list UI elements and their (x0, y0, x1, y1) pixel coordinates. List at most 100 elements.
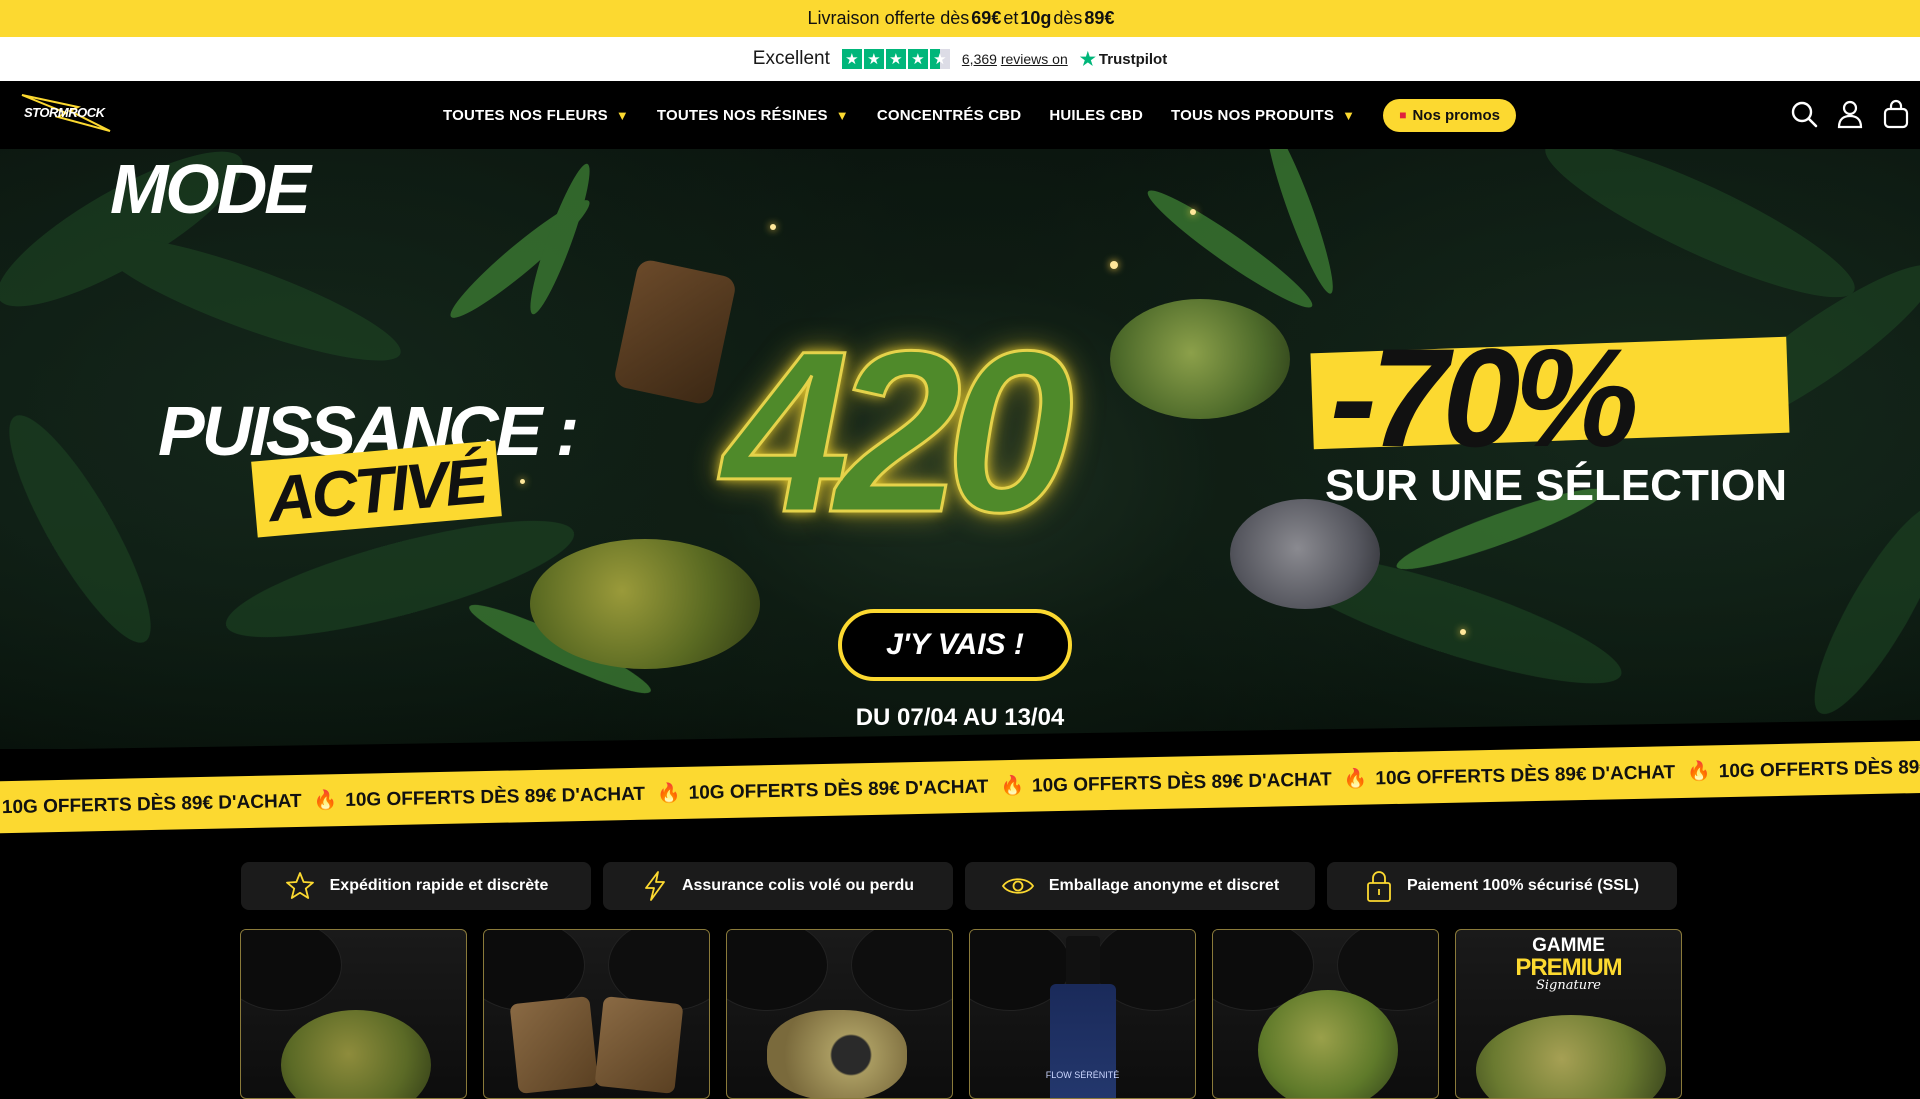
ticker-text: 10G OFFERTS DÈS 89€ D'ACHAT (688, 776, 989, 804)
ticker-text: 10G OFFERTS DÈS 89€ D'ACHAT (1031, 769, 1332, 797)
trustpilot-logo[interactable]: ★ Trustpilot (1080, 49, 1167, 70)
hero-title-line1: MODE (110, 150, 311, 228)
feature-label: Expédition rapide et discrète (329, 877, 549, 894)
oil-bottle-image (1050, 984, 1116, 1098)
category-card-concentrates[interactable] (726, 929, 953, 1099)
fire-icon: 🔥 (656, 782, 681, 805)
nav-item-resines[interactable]: TOUTES NOS RÉSINES ▼ (657, 107, 849, 124)
sparkle (1190, 209, 1196, 215)
category-card-resins[interactable] (483, 929, 710, 1099)
star-icon: ★ (907, 49, 928, 69)
eye-icon (1001, 878, 1034, 894)
lock-icon (1367, 871, 1391, 902)
nav-label: HUILES CBD (1049, 106, 1143, 124)
trustpilot-rating-label: Excellent (752, 48, 830, 69)
ticker-item: 🔥 10G OFFERTS DÈS 89€ D'ACHAT (657, 774, 1001, 805)
feature-packaging: Emballage anonyme et discret (965, 862, 1315, 910)
promos-label: Nos promos (1412, 106, 1500, 124)
announcement-bar: Livraison offerte dès 69€ et 10g dès 89€ (0, 0, 1920, 37)
nav-label: TOUS NOS PRODUITS (1170, 106, 1335, 124)
logo[interactable]: STORMROCK (18, 91, 114, 137)
caret-down-icon: ▼ (615, 107, 629, 123)
trustpilot-stars: ★ ★ ★ ★ ★ (841, 49, 950, 69)
header-actions (1790, 99, 1910, 129)
glove-image (727, 930, 827, 1010)
feature-insurance: Assurance colis volé ou perdu (603, 862, 953, 910)
ticker-text: 10G OFFERTS DÈS 89€ D'ACHAT (1718, 755, 1920, 783)
flower-bud-image (1258, 990, 1398, 1098)
sparkle (1460, 629, 1466, 635)
ticker-item: 🔥10G OFFERTS DÈS 89€ D'ACHAT (0, 789, 314, 820)
premium-signature: Signature (1535, 978, 1601, 993)
nav-label: TOUTES NOS RÉSINES (656, 106, 828, 124)
trustpilot-reviews-link[interactable]: 6,369 reviews on (962, 51, 1068, 67)
discount-value: -70% (1330, 319, 1639, 476)
nav-item-huiles[interactable]: HUILES CBD (1049, 107, 1143, 124)
oil-product-label: FLOW SÉRÉNITÉ (1045, 1070, 1120, 1080)
star-icon: ★ (885, 49, 906, 69)
discount-subtitle: SUR UNE SÉLECTION (1325, 461, 1788, 510)
caret-down-icon: ▼ (835, 107, 849, 123)
flower-bud-image (281, 1010, 431, 1098)
flower-bud-image (1230, 499, 1380, 609)
announcement-mid2: dès (1053, 8, 1083, 28)
filled-resin-image (767, 1010, 907, 1098)
ticker-item: 🔥 10G OFFERTS DÈS 89€ D'ACHAT (1000, 767, 1344, 798)
category-card-flowers[interactable] (240, 929, 467, 1099)
cart-icon[interactable] (1882, 99, 1910, 129)
feature-label: Assurance colis volé ou perdu (681, 877, 915, 894)
search-icon[interactable] (1790, 99, 1818, 129)
trustpilot-brand: Trustpilot (1098, 50, 1168, 68)
logo-text: STORMROCK (24, 105, 105, 120)
site-header: STORMROCK TOUTES NOS FLEURS ▼ TOUTES NOS… (0, 81, 1920, 149)
announcement-amount1: 69€ (971, 8, 1002, 28)
promos-button[interactable]: ■ Nos promos (1383, 98, 1516, 132)
star-icon: ★ (841, 49, 862, 69)
resin-image (509, 996, 599, 1094)
feature-label: Emballage anonyme et discret (1048, 877, 1280, 894)
nav-item-fleurs[interactable]: TOUTES NOS FLEURS ▼ (443, 107, 629, 124)
promo-tag-icon: ■ (1399, 108, 1407, 122)
nav-item-concentres[interactable]: CONCENTRÉS CBD (877, 107, 1021, 124)
announcement-prefix: Livraison offerte dès (807, 8, 970, 28)
trustpilot-widget[interactable]: Excellent ★ ★ ★ ★ ★ 6,369 reviews on ★ T… (0, 37, 1920, 81)
category-card-flowers-2[interactable] (1212, 929, 1439, 1099)
fire-icon: 🔥 (1343, 768, 1368, 791)
glove-image (852, 930, 952, 1010)
fire-icon: 🔥 (1000, 775, 1025, 798)
feature-payment: Paiement 100% sécurisé (SSL) (1327, 862, 1677, 910)
feature-shipping: Expédition rapide et discrète (241, 862, 591, 910)
category-card-oils[interactable]: FLOW SÉRÉNITÉ (969, 929, 1196, 1099)
account-icon[interactable] (1836, 99, 1864, 129)
hero-420-graphic: 420 (721, 302, 1076, 562)
ticker-item: 🔥 10G OFFERTS DÈS 89€ D'ACHAT (313, 781, 657, 812)
star-icon (285, 872, 314, 899)
nav-label: TOUTES NOS FLEURS (443, 106, 608, 124)
reviews-text: reviews on (1000, 51, 1068, 67)
fire-icon: 🔥 (313, 790, 338, 812)
sparkle (520, 479, 525, 484)
ticker-text: 10G OFFERTS DÈS 89€ D'ACHAT (1, 790, 302, 819)
ticker-item: 🔥 10G OFFERTS DÈS 89€ D'ACHAT (1343, 760, 1687, 791)
hero-cta-button[interactable]: J'Y VAIS ! (838, 609, 1072, 681)
hero-banner[interactable]: MODE PUISSANCE : ACTIVÉ 420 -70% SUR UNE… (0, 149, 1920, 749)
sparkle (770, 224, 776, 230)
ticker-item: 🔥 10G OFFERTS DÈS 89€ D'ACHAT (1687, 753, 1920, 784)
nav-item-produits[interactable]: TOUS NOS PRODUITS ▼ (1171, 107, 1355, 124)
half-star-icon: ★ (929, 49, 950, 69)
resin-image (594, 996, 684, 1094)
sparkle (1110, 261, 1118, 269)
category-card-premium[interactable]: GAMME PREMIUM Signature (1455, 929, 1682, 1099)
announcement-mid: et (1003, 8, 1019, 28)
main-nav: TOUTES NOS FLEURS ▼ TOUTES NOS RÉSINES ▼… (443, 81, 1516, 149)
caret-down-icon: ▼ (1342, 107, 1356, 123)
glove-image (241, 930, 341, 1010)
ticker-text: 10G OFFERTS DÈS 89€ D'ACHAT (345, 783, 646, 811)
star-icon: ★ (863, 49, 884, 69)
fire-icon: 🔥 (1686, 761, 1712, 783)
flower-bud-image (1476, 1015, 1666, 1098)
nav-label: CONCENTRÉS CBD (876, 106, 1022, 124)
feature-label: Paiement 100% sécurisé (SSL) (1406, 877, 1640, 894)
trustpilot-star-icon: ★ (1079, 48, 1096, 69)
ticker-text: 10G OFFERTS DÈS 89€ D'ACHAT (1375, 762, 1676, 790)
